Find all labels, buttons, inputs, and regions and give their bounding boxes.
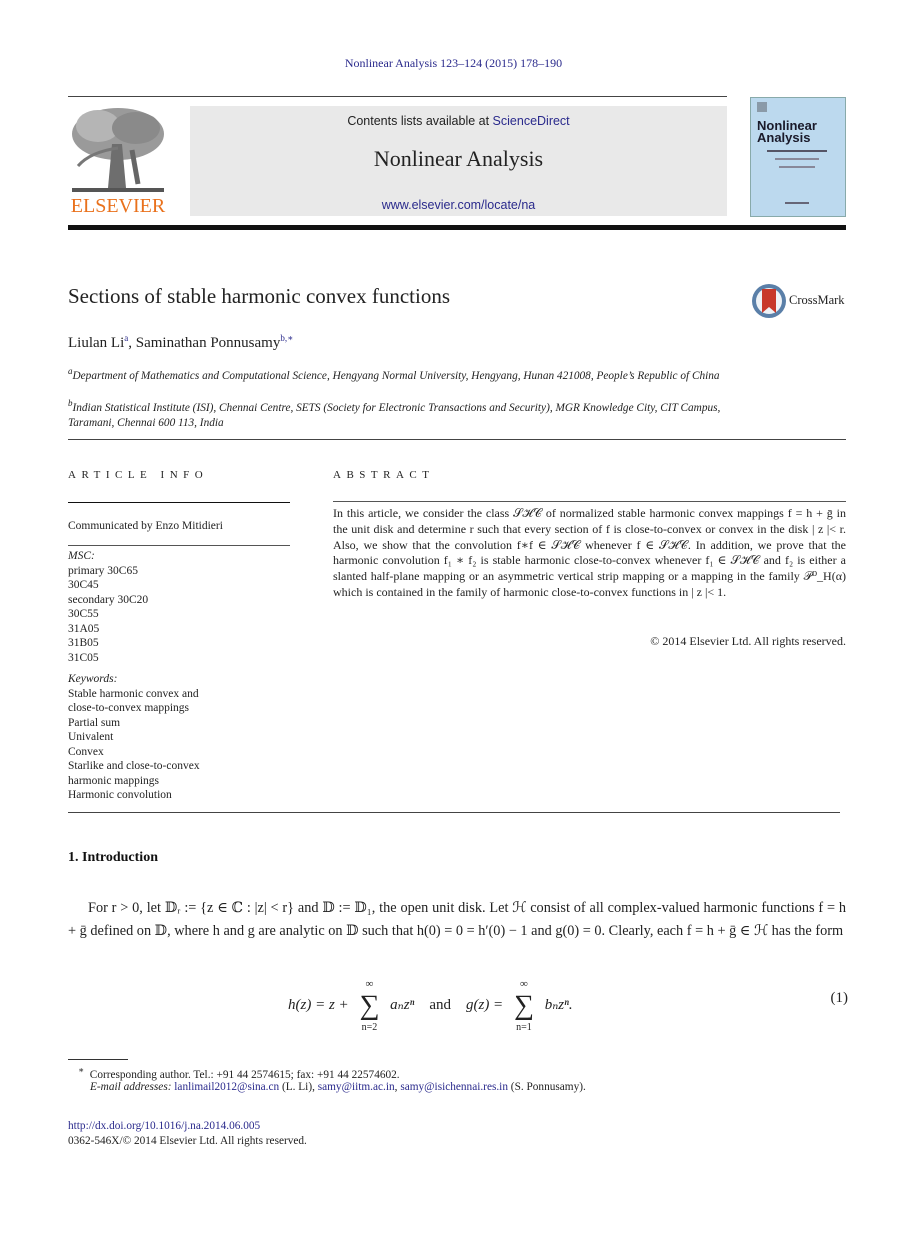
footnote-mark: ∗ (78, 1065, 85, 1075)
communicated-by: Communicated by Enzo Mitidieri (68, 520, 223, 532)
keyword: Stable harmonic convex and (68, 687, 199, 700)
msc-code: 31B05 (68, 637, 99, 649)
equation-1: h(z) = z + ∞ ∑ n=2 aₙzⁿ and g(z) = ∞ ∑ n… (288, 978, 849, 1033)
crossmark-badge[interactable]: CrossMark (751, 283, 846, 321)
equation-number: (1) (830, 990, 849, 1006)
sum-upper-limit: ∞ (365, 978, 374, 990)
front-matter-end-rule (68, 812, 840, 813)
keyword: Univalent (68, 731, 114, 743)
msc-code: secondary 30C20 (68, 593, 149, 606)
email-footnote: E-mail addresses: lanlimail2012@sina.cn … (90, 1081, 586, 1093)
keyword: harmonic mappings (68, 774, 160, 787)
cover-subtitle-line (767, 150, 827, 152)
elsevier-wordmark: ELSEVIER (70, 195, 166, 217)
elsevier-logo[interactable]: ELSEVIER (68, 104, 168, 218)
article-info-rule (68, 545, 290, 546)
equation-connector: and (429, 997, 451, 1014)
journal-header-box: Contents lists available at ScienceDirec… (190, 106, 727, 216)
msc-code: 31A05 (68, 622, 100, 635)
sum-lower-limit: n=1 (516, 1022, 532, 1033)
affiliation-b: bIndian Statistical Institute (ISI), Che… (68, 396, 748, 431)
elsevier-tree-icon (72, 108, 164, 192)
journal-url-link[interactable]: www.elsevier.com/locate/na (190, 198, 727, 212)
equation-term: aₙzⁿ (390, 997, 415, 1014)
cover-text-line (779, 166, 815, 168)
affiliation-text: Indian Statistical Institute (ISI), Chen… (68, 401, 721, 429)
abstract-heading: ABSTRACT (333, 469, 435, 481)
abstract-rule (333, 501, 846, 502)
keyword: Convex (68, 745, 104, 758)
msc-code: 31C05 (68, 651, 99, 664)
abstract-copyright: © 2014 Elsevier Ltd. All rights reserved… (650, 634, 846, 648)
sciencedirect-link[interactable]: ScienceDirect (493, 114, 570, 128)
paper-title: Sections of stable harmonic convex funct… (68, 284, 450, 308)
cover-logo-icon (757, 102, 767, 112)
equation-term: bₙzⁿ. (544, 997, 573, 1014)
msc-code: primary 30C65 (68, 564, 138, 577)
cover-text-line (775, 158, 819, 160)
article-info-heading: ARTICLE INFO (68, 469, 209, 481)
summation-symbol: ∞ ∑ n=2 (352, 978, 386, 1033)
keyword: Starlike and close-to-convex (68, 760, 200, 772)
email-label: E-mail addresses: (90, 1081, 175, 1093)
affiliation-a: aDepartment of Mathematics and Computati… (68, 364, 748, 384)
msc-code: 30C45 (68, 579, 99, 591)
summation-symbol: ∞ ∑ n=1 (507, 978, 541, 1033)
sum-lower-limit: n=2 (361, 1022, 378, 1033)
abstract-text: In this article, we consider the class 𝒮… (333, 506, 846, 599)
email-link[interactable]: lanlimail2012@sina.cn (174, 1081, 279, 1093)
msc-label: MSC: (68, 550, 95, 562)
doi-link[interactable]: http://dx.doi.org/10.1016/j.na.2014.06.0… (68, 1120, 260, 1132)
footnote-rule (68, 1059, 128, 1060)
msc-classification: MSC: primary 30C65 30C45 secondary 30C20… (68, 549, 148, 665)
email-owner: (S. Ponnusamy). (507, 1081, 586, 1093)
keywords: Keywords: Stable harmonic convex and clo… (68, 672, 200, 803)
crossmark-icon (752, 284, 786, 318)
cover-title-line2: Analysis (757, 130, 811, 145)
keyword: Harmonic convolution (68, 789, 172, 801)
corresponding-author-footnote: ∗ Corresponding author. Tel.: +91 44 257… (78, 1065, 400, 1081)
keywords-label: Keywords: (68, 673, 118, 685)
journal-title: Nonlinear Analysis (373, 146, 544, 171)
affiliation-text: Department of Mathematics and Computatio… (72, 369, 720, 382)
msc-code: 30C55 (68, 608, 99, 620)
author-list: Liulan Lia, Saminathan Ponnusamyb,∗ (68, 333, 293, 352)
crossmark-label: CrossMark (789, 293, 845, 307)
corresponding-text: Corresponding author. Tel.: +91 44 25746… (89, 1068, 400, 1081)
email-link[interactable]: samy@iitm.ac.in (318, 1081, 395, 1093)
author-affiliation-mark[interactable]: b,∗ (280, 333, 293, 343)
journal-reference-link[interactable]: Nonlinear Analysis 123–124 (2015) 178–19… (0, 56, 907, 71)
article-info-rule (68, 502, 290, 503)
contents-prefix: Contents lists available at (347, 114, 493, 128)
header-top-rule (68, 96, 727, 97)
section-heading: 1. Introduction (68, 850, 158, 865)
contents-available-line: Contents lists available at ScienceDirec… (190, 114, 727, 128)
email-owner: (L. Li), (279, 1081, 318, 1093)
sum-upper-limit: ∞ (520, 978, 528, 990)
author-separator: , (128, 335, 136, 351)
email-link[interactable]: samy@isichennai.res.in (400, 1081, 508, 1093)
author-name[interactable]: Liulan Li (68, 335, 124, 351)
journal-cover-image[interactable]: Nonlinear Analysis (750, 97, 846, 217)
front-matter-rule (68, 439, 846, 440)
header-thick-rule (68, 225, 846, 230)
equation-lhs: h(z) = z + (288, 997, 353, 1014)
equation-lhs: g(z) = (465, 997, 507, 1014)
issn-copyright: 0362-546X/© 2014 Elsevier Ltd. All right… (68, 1135, 307, 1147)
cover-text-line (785, 202, 809, 204)
author-name[interactable]: Saminathan Ponnusamy (136, 335, 281, 351)
keyword: close-to-convex mappings (68, 702, 190, 714)
keyword: Partial sum (68, 716, 121, 729)
intro-paragraph: For r > 0, let 𝔻ᵣ := {z ∈ ℂ : |z| < r} a… (68, 900, 846, 939)
